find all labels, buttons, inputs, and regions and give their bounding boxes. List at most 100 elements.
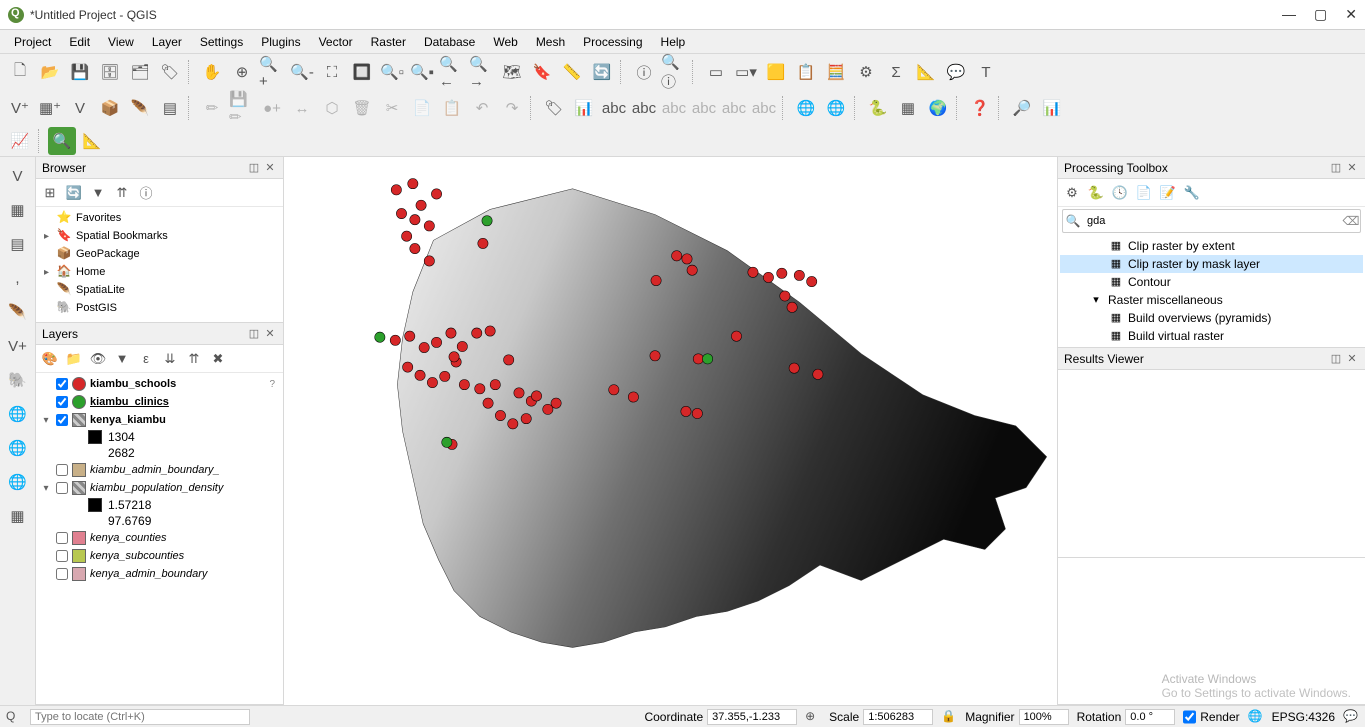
layer-item[interactable]: ▾kiambu_population_density [40, 479, 279, 497]
browser-item[interactable]: 🐘PostGIS [40, 299, 279, 317]
add-spatialite-icon[interactable]: 🪶 [3, 297, 33, 327]
web-map2-icon[interactable]: 🌐 [822, 94, 850, 122]
label-toolbar-icon[interactable]: 🏷 [540, 94, 568, 122]
browser-item[interactable]: 🪶SpatiaLite [40, 281, 279, 299]
school-point[interactable] [405, 331, 415, 341]
minimize-button[interactable]: — [1282, 6, 1296, 23]
results-undock-icon[interactable]: ◫ [1329, 352, 1343, 366]
move-feature-icon[interactable]: ↔ [288, 94, 316, 122]
clinic-point[interactable] [375, 332, 385, 342]
messages-icon[interactable]: 💬 [1343, 709, 1359, 725]
processing-script-icon[interactable]: 🐍 [1086, 183, 1106, 203]
deselect-icon[interactable]: 🟨 [762, 58, 790, 86]
school-point[interactable] [415, 370, 425, 380]
maximize-button[interactable]: ▢ [1314, 6, 1327, 23]
label-change-icon[interactable]: abc [750, 94, 778, 122]
layer-item[interactable]: kiambu_clinics [40, 393, 279, 411]
school-point[interactable] [551, 398, 561, 408]
school-point[interactable] [763, 272, 773, 282]
school-point[interactable] [693, 354, 703, 364]
school-point[interactable] [427, 377, 437, 387]
new-virtual-icon[interactable]: ▤ [156, 94, 184, 122]
layers-expand-icon[interactable]: ⇊ [160, 349, 180, 369]
help-icon[interactable]: ❓ [966, 94, 994, 122]
school-point[interactable] [457, 341, 467, 351]
layers-add-group-icon[interactable]: 📁 [64, 349, 84, 369]
school-point[interactable] [446, 328, 456, 338]
pan-selection-icon[interactable]: ⊕ [228, 58, 256, 86]
menu-edit[interactable]: Edit [61, 33, 98, 51]
processing-edit-icon[interactable]: 📝 [1158, 183, 1178, 203]
layers-undock-icon[interactable]: ◫ [247, 327, 261, 341]
school-point[interactable] [449, 352, 459, 362]
school-point[interactable] [628, 392, 638, 402]
action-icon[interactable]: 🔍ⓘ [660, 58, 688, 86]
algo-item[interactable]: ▦Clip raster by extent [1060, 237, 1363, 255]
delete-selected-icon[interactable]: 🗑 [348, 94, 376, 122]
layers-collapse-icon[interactable]: ⇈ [184, 349, 204, 369]
school-point[interactable] [419, 342, 429, 352]
browser-add-icon[interactable]: ⊞ [40, 183, 60, 203]
gps-icon[interactable]: 📐 [78, 127, 106, 155]
search-clear-icon[interactable]: ⌫ [1342, 214, 1360, 228]
menu-layer[interactable]: Layer [144, 33, 190, 51]
school-point[interactable] [478, 238, 488, 248]
add-vector-layer-icon[interactable]: V [3, 161, 33, 191]
school-point[interactable] [794, 270, 804, 280]
new-project-icon[interactable]: 🗋 [6, 58, 34, 86]
locator-input[interactable] [30, 709, 250, 725]
coord-toggle-icon[interactable]: ⊕ [805, 709, 821, 725]
layer-visibility-checkbox[interactable] [56, 568, 68, 580]
refresh-icon[interactable]: 🔄 [588, 58, 616, 86]
layer-item[interactable]: kenya_admin_boundary [40, 565, 279, 583]
map-tips-icon[interactable]: 💬 [942, 58, 970, 86]
new-geopackage-icon[interactable]: 📦 [96, 94, 124, 122]
menu-database[interactable]: Database [416, 33, 483, 51]
layers-tree[interactable]: kiambu_schools?kiambu_clinics▾kenya_kiam… [36, 373, 283, 704]
field-calc-icon[interactable]: 🧮 [822, 58, 850, 86]
browser-item[interactable]: ▸🏠Home [40, 263, 279, 281]
school-point[interactable] [483, 398, 493, 408]
processing-history-icon[interactable]: 🕓 [1110, 183, 1130, 203]
processing-tree[interactable]: ▦Clip raster by extent▦Clip raster by ma… [1058, 235, 1365, 347]
zoom-in-icon[interactable]: 🔍+ [258, 58, 286, 86]
plugin-metasearch-icon[interactable]: 🔎 [1008, 94, 1036, 122]
school-point[interactable] [508, 419, 518, 429]
school-point[interactable] [780, 291, 790, 301]
school-point[interactable] [472, 328, 482, 338]
undo-icon[interactable]: ↶ [468, 94, 496, 122]
school-point[interactable] [672, 251, 682, 261]
layout-manager-icon[interactable]: 🗂 [126, 58, 154, 86]
school-point[interactable] [813, 369, 823, 379]
algo-item[interactable]: ▦Contour [1060, 273, 1363, 291]
scale-input[interactable] [863, 709, 933, 725]
clinic-point[interactable] [702, 354, 712, 364]
measure-icon[interactable]: 📐 [912, 58, 940, 86]
layers-visibility-icon[interactable]: 👁 [88, 349, 108, 369]
browser-refresh-icon[interactable]: 🔄 [64, 183, 84, 203]
layers-expression-icon[interactable]: ε [136, 349, 156, 369]
open-table-icon[interactable]: 📋 [792, 58, 820, 86]
add-virtual-icon[interactable]: V+ [3, 331, 33, 361]
school-point[interactable] [651, 275, 661, 285]
profile-tool-icon[interactable]: 📈 [6, 127, 34, 155]
select-icon[interactable]: ▭ [702, 58, 730, 86]
menu-help[interactable]: Help [653, 33, 694, 51]
layer-item[interactable]: ▾kenya_kiambu [40, 411, 279, 429]
school-point[interactable] [403, 362, 413, 372]
save-project-icon[interactable]: 💾 [66, 58, 94, 86]
school-point[interactable] [531, 391, 541, 401]
label-highlight-icon[interactable]: abc [600, 94, 628, 122]
layer-visibility-checkbox[interactable] [56, 550, 68, 562]
paste-icon[interactable]: 📋 [438, 94, 466, 122]
school-point[interactable] [416, 200, 426, 210]
add-raster-icon[interactable]: ▦⁺ [36, 94, 64, 122]
diagram-icon[interactable]: 📊 [570, 94, 598, 122]
label-show-icon[interactable]: abc [660, 94, 688, 122]
school-point[interactable] [459, 379, 469, 389]
layer-item[interactable]: kiambu_schools? [40, 375, 279, 393]
pan-icon[interactable]: ✋ [198, 58, 226, 86]
menu-raster[interactable]: Raster [363, 33, 414, 51]
school-point[interactable] [692, 408, 702, 418]
add-delimited-icon[interactable]: , [3, 263, 33, 293]
